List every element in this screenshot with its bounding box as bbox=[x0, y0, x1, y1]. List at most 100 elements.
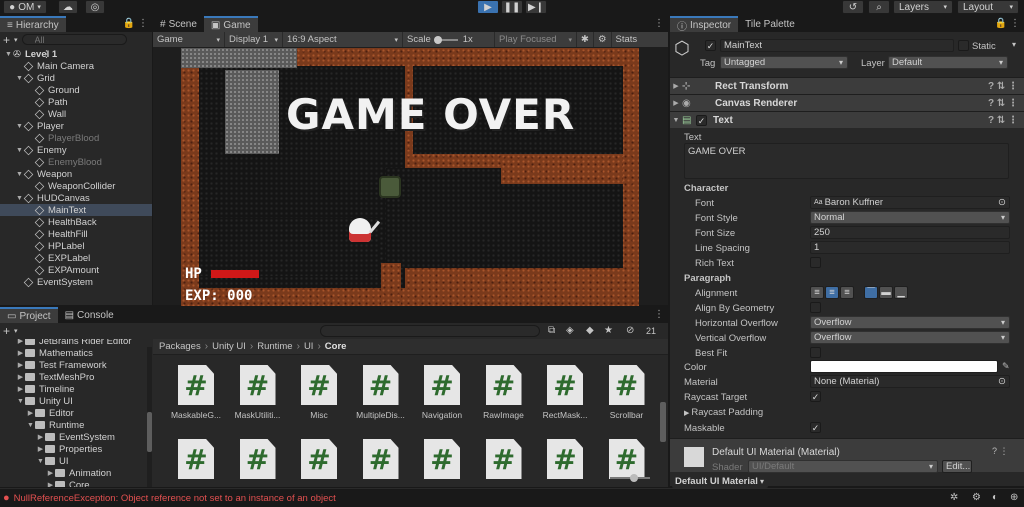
text-area[interactable]: GAME OVER bbox=[684, 143, 1009, 179]
asset-grid-scrollbar[interactable] bbox=[660, 402, 666, 442]
asset-item[interactable]: # Misc bbox=[290, 365, 348, 427]
material-field[interactable]: None (Material) ⊙ bbox=[810, 375, 1010, 388]
tab-game[interactable]: ▣ Game bbox=[203, 16, 258, 32]
hierarchy-item[interactable]: MainText bbox=[0, 204, 152, 216]
tab-console[interactable]: ▤ Console bbox=[58, 307, 121, 323]
breadcrumb-item[interactable]: UI bbox=[304, 341, 314, 352]
asset-item[interactable]: # bbox=[475, 439, 533, 487]
component-menu-icon[interactable]: ? ⇅ ⋮ bbox=[988, 115, 1018, 126]
expand-arrow-icon[interactable]: ▼ bbox=[36, 458, 45, 465]
breadcrumb-item[interactable]: Unity UI bbox=[212, 341, 246, 352]
align-middle-icon[interactable]: ▬ bbox=[879, 286, 893, 299]
project-folder-item[interactable]: ▶ Test Framework bbox=[0, 359, 107, 371]
project-folder-item[interactable]: ▶ Mathematics bbox=[0, 347, 93, 359]
expand-arrow-icon[interactable]: ▶ bbox=[16, 349, 25, 357]
hierarchy-item[interactable]: Main Camera bbox=[0, 60, 94, 72]
project-folder-item[interactable]: ▶ JetBrains Rider Editor bbox=[0, 339, 131, 347]
font-field[interactable]: Aa Baron Kuffner ⊙ bbox=[810, 196, 1010, 209]
static-checkbox[interactable] bbox=[958, 40, 969, 51]
expand-arrow-icon[interactable]: ▶ bbox=[16, 361, 25, 369]
hierarchy-item[interactable]: HealthFill bbox=[0, 228, 88, 240]
project-folder-item[interactable]: ▶ TextMeshPro bbox=[0, 371, 95, 383]
project-folder-item[interactable]: ▶ Timeline bbox=[0, 383, 75, 395]
search-by-type-icon[interactable]: ⧉ bbox=[548, 325, 555, 336]
project-folder-item[interactable]: ▼ Runtime bbox=[0, 419, 84, 431]
icon-size-slider[interactable] bbox=[610, 474, 650, 482]
line-spacing-input[interactable]: 1 bbox=[810, 241, 1010, 254]
cloud-icon[interactable]: ☁ bbox=[58, 0, 78, 14]
component-menu-icon[interactable]: ? ⇅ ⋮ bbox=[988, 81, 1018, 92]
folder-tree-scrollbar[interactable] bbox=[147, 347, 152, 487]
expand-arrow-icon[interactable]: ▶ bbox=[26, 409, 35, 417]
hierarchy-item[interactable]: HPLabel bbox=[0, 240, 84, 252]
raycast-padding-foldout[interactable]: ▶ Raycast Padding bbox=[684, 407, 763, 418]
hierarchy-item[interactable]: PlayerBlood bbox=[0, 132, 99, 144]
asset-item[interactable]: # MultipleDis... bbox=[352, 365, 410, 427]
search-by-label-icon[interactable]: ◈ bbox=[566, 325, 574, 336]
component-canvas-renderer[interactable]: ▶ ◉ Canvas Renderer ? ⇅ ⋮ bbox=[670, 94, 1024, 111]
expand-arrow-icon[interactable]: ▼ bbox=[26, 422, 35, 429]
expand-arrow-icon[interactable]: ▶ bbox=[16, 339, 25, 345]
project-folder-item[interactable]: ▶ EventSystem bbox=[0, 431, 115, 443]
gizmos-icon[interactable]: ⚙ bbox=[594, 32, 612, 47]
asset-item[interactable]: # bbox=[536, 439, 594, 487]
align-left-icon[interactable]: ≡ bbox=[810, 286, 824, 299]
active-checkbox[interactable]: ✓ bbox=[705, 40, 716, 51]
mute-audio-icon[interactable]: ✱ bbox=[577, 32, 594, 47]
layer-dropdown[interactable]: Default bbox=[888, 56, 1008, 69]
object-picker-icon[interactable]: ⊙ bbox=[998, 376, 1006, 387]
vertical-overflow-dropdown[interactable]: Overflow bbox=[810, 331, 1010, 344]
asset-item[interactable]: # MaskUtiliti... bbox=[229, 365, 287, 427]
step-button[interactable]: ▶❙ bbox=[525, 0, 547, 14]
project-folder-item[interactable]: ▼ Unity UI bbox=[0, 395, 73, 407]
rich-text-checkbox[interactable] bbox=[810, 257, 821, 268]
asset-item[interactable]: # bbox=[290, 439, 348, 487]
horizontal-overflow-dropdown[interactable]: Overflow bbox=[810, 316, 1010, 329]
asset-item[interactable]: # bbox=[167, 439, 225, 487]
tab-project[interactable]: ▭ Project bbox=[0, 307, 58, 323]
asset-item[interactable]: # RectMask... bbox=[536, 365, 594, 427]
tab-scene[interactable]: # Scene bbox=[153, 16, 204, 32]
hierarchy-search-input[interactable] bbox=[21, 34, 127, 45]
layout-dropdown[interactable]: Layout ▾ bbox=[957, 0, 1019, 14]
aspect-dropdown[interactable]: 16:9 Aspect ▾ bbox=[283, 32, 403, 47]
breadcrumb-item[interactable]: Packages bbox=[159, 341, 201, 352]
text-enabled-checkbox[interactable]: ✓ bbox=[696, 114, 707, 126]
settings-icon[interactable]: ⚙ bbox=[972, 492, 981, 503]
collab-status-icon[interactable]: ⊕ bbox=[1010, 492, 1018, 503]
stats-button[interactable]: Stats bbox=[612, 32, 642, 47]
expand-arrow-icon[interactable]: ▶ bbox=[36, 433, 45, 441]
panel-menu-icon[interactable]: 🔒 ⋮ bbox=[123, 18, 148, 29]
display-dropdown[interactable]: Display 1 ▾ bbox=[225, 32, 283, 47]
eyedropper-icon[interactable]: ✎ bbox=[1002, 361, 1010, 372]
scale-slider[interactable]: Scale 1x bbox=[403, 32, 495, 47]
align-geometry-checkbox[interactable] bbox=[810, 302, 821, 313]
pause-button[interactable]: ❚❚ bbox=[501, 0, 523, 14]
breadcrumb-item[interactable]: Runtime bbox=[257, 341, 292, 352]
panel-menu-icon[interactable]: ⋮ bbox=[654, 309, 664, 320]
hierarchy-item[interactable]: ▼ Weapon bbox=[0, 168, 72, 180]
maskable-checkbox[interactable]: ✓ bbox=[810, 422, 821, 433]
hierarchy-item[interactable]: ▼ Grid bbox=[0, 72, 55, 84]
tab-hierarchy[interactable]: ≡ Hierarchy bbox=[0, 16, 66, 32]
align-top-icon[interactable]: ▔ bbox=[864, 286, 878, 299]
object-picker-icon[interactable]: ⊙ bbox=[998, 197, 1006, 208]
asset-item[interactable]: # Navigation bbox=[413, 365, 471, 427]
layers-dropdown[interactable]: Layers ▾ bbox=[893, 0, 953, 14]
font-style-dropdown[interactable]: Normal bbox=[810, 211, 1010, 224]
asset-item[interactable]: # Scrollbar bbox=[598, 365, 656, 427]
expand-arrow-icon[interactable]: ▶ bbox=[46, 469, 55, 477]
hierarchy-item[interactable]: Ground bbox=[0, 84, 80, 96]
hidden-packages-icon[interactable]: ⊘ bbox=[626, 325, 634, 336]
status-error-message[interactable]: NullReferenceException: Object reference… bbox=[14, 493, 336, 504]
asset-item[interactable]: # bbox=[229, 439, 287, 487]
component-rect-transform[interactable]: ▶ ⊹ Rect Transform ? ⇅ ⋮ bbox=[670, 77, 1024, 94]
project-folder-item[interactable]: ▶ Animation bbox=[0, 467, 111, 479]
hierarchy-item[interactable]: HealthBack bbox=[0, 216, 97, 228]
expand-arrow-icon[interactable]: ▶ bbox=[16, 385, 25, 393]
panel-menu-icon[interactable]: 🔒 ⋮ bbox=[995, 18, 1020, 29]
collab-icon[interactable]: ◎ bbox=[85, 0, 105, 14]
play-button[interactable]: ▶ bbox=[477, 0, 499, 14]
game-viewport[interactable]: GAME OVER HP EXP: 000 bbox=[181, 48, 639, 306]
hierarchy-item[interactable]: ▼ ✇ Level 1 ⋮ bbox=[0, 48, 57, 60]
